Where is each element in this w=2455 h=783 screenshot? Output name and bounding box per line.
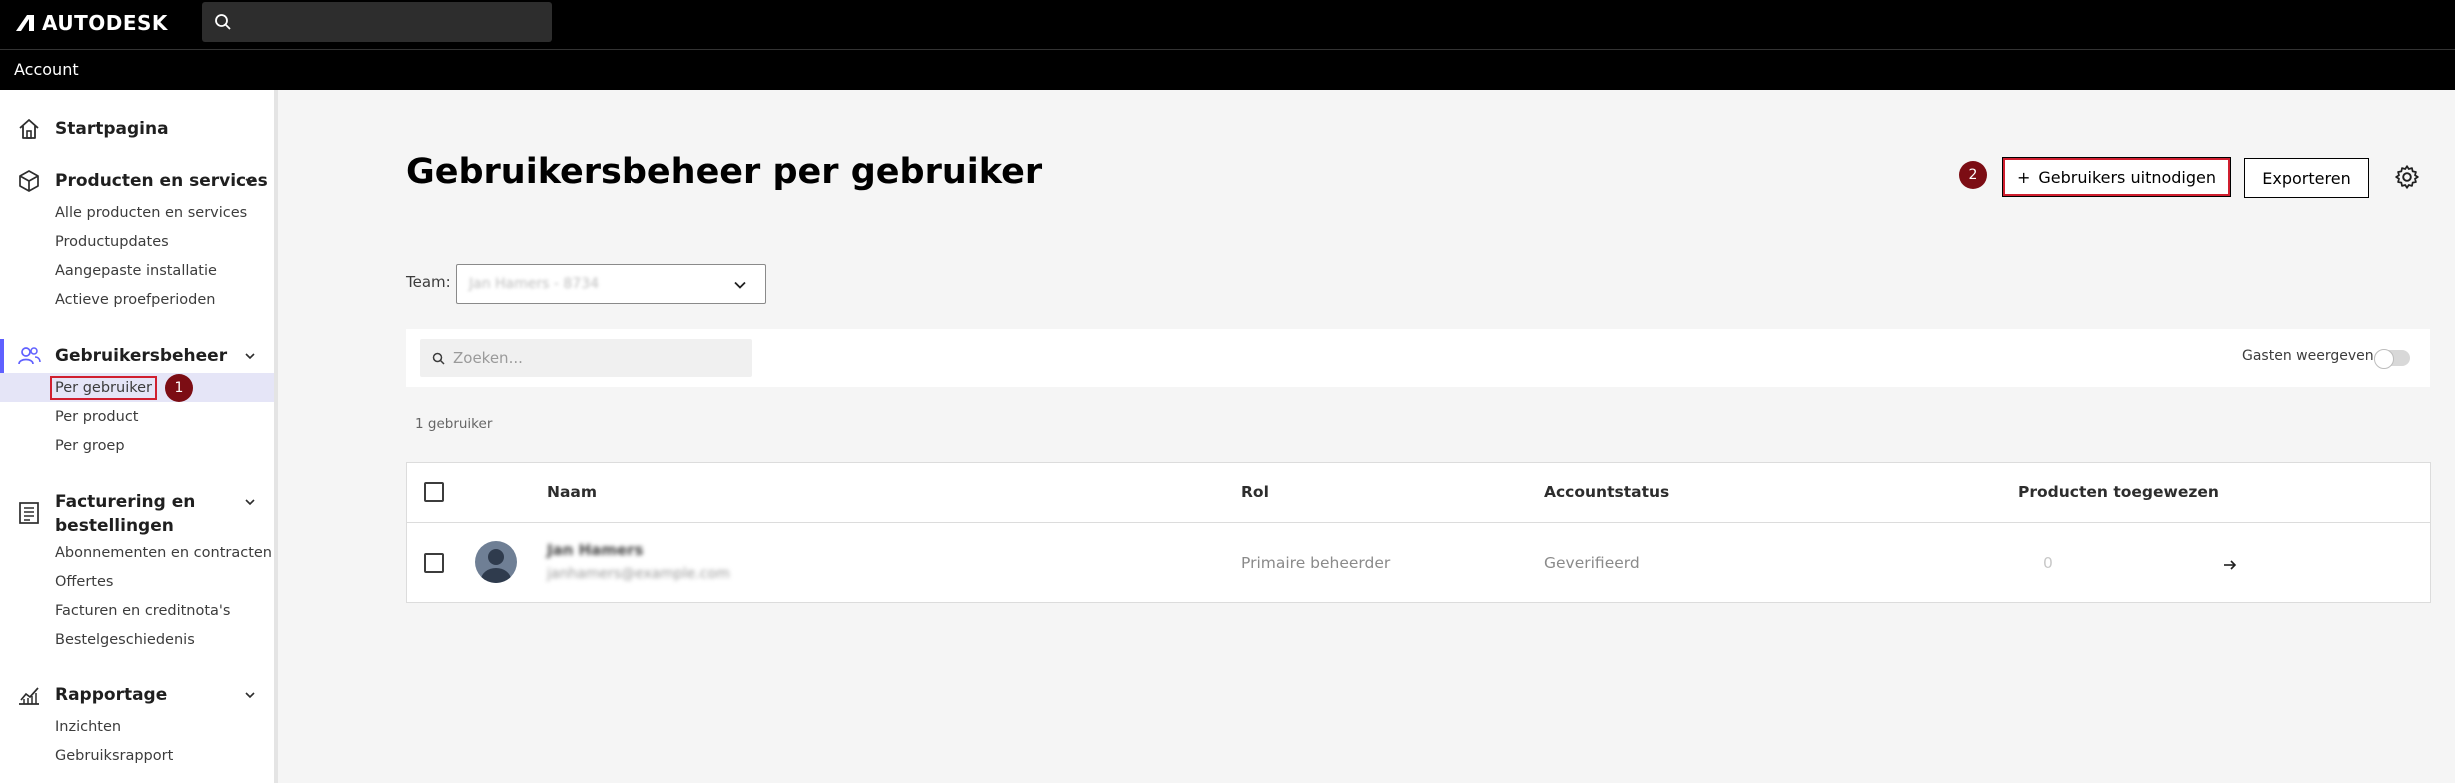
sidebar-section-billing[interactable]: Facturering en bestellingen [0,488,274,538]
sidebar-item-label: Per gebruiker [50,375,157,400]
sidebar-item-per-user[interactable]: Per gebruiker 1 [0,373,274,402]
team-select-value: Jan Hamers - 8734 [469,276,600,292]
sidebar-section-label: Rapportage [55,685,168,705]
sidebar-item-subscriptions[interactable]: Abonnementen en contracten [0,538,274,567]
brand-name: AUTODESK [42,11,168,35]
team-label: Team: [406,273,451,291]
page-title: Gebruikersbeheer per gebruiker [406,152,1043,192]
home-icon [19,119,39,139]
annotation-badge-2: 2 [1959,161,1987,189]
billing-label-line1: Facturering en [55,492,196,512]
column-header-name[interactable]: Naam [547,483,597,501]
column-header-status[interactable]: Accountstatus [1544,483,1669,501]
user-email: janhamers@example.com [547,566,730,582]
arrow-right-icon[interactable] [2223,558,2237,572]
user-count: 1 gebruiker [415,416,493,432]
sidebar-item-label: Abonnementen en contracten [55,544,272,561]
sidebar-item-label: Offertes [55,573,114,590]
sidebar-item-label: Per groep [55,437,125,454]
box-icon [19,170,39,192]
sidebar-item-invoices[interactable]: Facturen en creditnota's [0,596,274,625]
sidebar-item-usage-report[interactable]: Gebruiksrapport [0,741,274,770]
chevron-down-icon [245,353,255,360]
sidebar-item-custom-install[interactable]: Aangepaste installatie [0,256,274,285]
sidebar-item-label: Inzichten [55,718,122,735]
autodesk-logo[interactable]: AUTODESK [14,11,168,35]
chart-icon [19,687,39,705]
sidebar-section-reporting[interactable]: Rapportage [0,678,274,712]
column-header-role[interactable]: Rol [1241,483,1269,501]
invite-users-button[interactable]: + Gebruikers uitnodigen [2002,157,2231,197]
search-panel: Gasten weergeven [406,329,2430,387]
invoice-icon [19,502,39,524]
products-assigned: 0 [2043,554,2053,572]
search-input[interactable] [453,339,743,377]
user-name[interactable]: Jan Hamers [547,541,643,559]
export-button[interactable]: Exporteren [2244,158,2369,198]
sidebar-section-label: Producten en services [55,171,268,191]
export-label: Exporteren [2262,168,2351,188]
sidebar-item-label: Facturen en creditnota's [55,602,231,619]
sidebar-item-per-product[interactable]: Per product [0,402,274,431]
show-guests-toggle[interactable] [2374,349,2410,369]
plus-icon: + [2016,167,2031,187]
sidebar-item-order-history[interactable]: Bestelgeschiedenis [0,625,274,654]
sidebar-item-label: Actieve proefperioden [55,291,216,308]
table-row[interactable]: Jan Hamers janhamers@example.com Primair… [407,524,2430,604]
billing-label-line2: bestellingen [55,516,174,536]
sidebar-item-insights[interactable]: Inzichten [0,712,274,741]
global-search[interactable] [202,2,552,42]
chevron-down-icon [734,281,746,289]
account-bar: Account [0,50,2455,90]
user-role: Primaire beheerder [1241,554,1391,572]
sidebar-section-label: Gebruikersbeheer [55,346,228,366]
sidebar-item-per-group[interactable]: Per groep [0,431,274,460]
sidebar-item-label: Bestelgeschiedenis [55,631,195,648]
column-header-products[interactable]: Producten toegewezen [2018,483,2219,501]
table-header: Naam Rol Accountstatus Producten toegewe… [407,463,2430,523]
autodesk-logo-icon [16,15,34,31]
sidebar-item-label: Gebruiksrapport [55,747,174,764]
avatar [475,541,517,583]
chevron-down-icon [245,499,255,506]
chevron-down-icon [245,692,255,699]
top-bar: AUTODESK [0,0,2455,50]
users-icon [18,347,41,365]
sidebar-item-all-products[interactable]: Alle producten en services [0,198,274,227]
team-select[interactable]: Jan Hamers - 8734 [456,264,766,304]
gear-icon[interactable] [2394,164,2420,190]
sidebar: Startpagina Producten en services Alle p… [0,90,278,783]
sidebar-item-label: Startpagina [55,119,169,139]
account-label[interactable]: Account [14,60,79,79]
search-icon [215,14,231,30]
annotation-badge-1: 1 [165,374,193,402]
invite-users-label: Gebruikers uitnodigen [2038,167,2217,187]
sidebar-item-home[interactable]: Startpagina [0,112,274,146]
show-guests-label: Gasten weergeven [2242,348,2374,364]
sidebar-section-label: Facturering en bestellingen [55,490,195,538]
sidebar-item-label: Aangepaste installatie [55,262,217,279]
row-checkbox[interactable] [424,553,444,573]
sidebar-item-label: Productupdates [55,233,169,250]
sidebar-item-label: Alle producten en services [55,204,248,221]
sidebar-item-quotes[interactable]: Offertes [0,567,274,596]
account-status: Geverifieerd [1544,554,1640,572]
sidebar-item-active-trials[interactable]: Actieve proefperioden [0,285,274,314]
sidebar-section-products[interactable]: Producten en services [0,164,274,198]
select-all-checkbox[interactable] [424,482,444,502]
users-table: Naam Rol Accountstatus Producten toegewe… [406,462,2431,603]
chevron-down-icon [245,178,255,185]
sidebar-item-product-updates[interactable]: Productupdates [0,227,274,256]
search-icon [432,352,445,365]
sidebar-item-label: Per product [55,408,139,425]
sidebar-section-user-management[interactable]: Gebruikersbeheer [0,339,274,373]
user-search[interactable] [420,339,752,377]
